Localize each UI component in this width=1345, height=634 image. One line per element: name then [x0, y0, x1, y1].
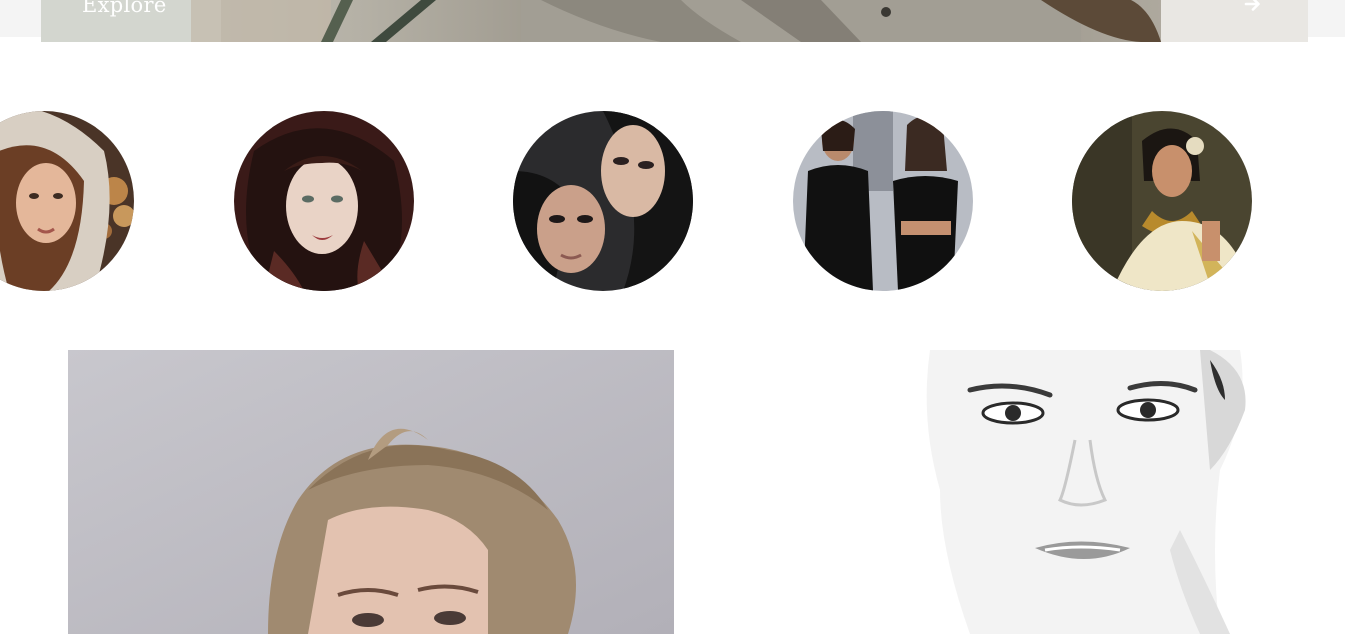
blonde-updo-image [68, 350, 674, 634]
explore-label: Explore [82, 0, 167, 17]
story-avatar-3[interactable] [513, 111, 693, 291]
banner-photo [41, 0, 1308, 42]
dark-hair-woman-image [234, 111, 414, 291]
explore-banner[interactable]: Explore [41, 0, 1308, 42]
two-women-black-outfits-image [793, 111, 973, 291]
story-avatar-2[interactable] [234, 111, 414, 291]
smoky-eyes-duo-image [513, 111, 693, 291]
hooded-woman-image [0, 111, 134, 291]
bridal-saree-image [1072, 111, 1252, 291]
story-avatar-5[interactable] [1072, 111, 1252, 291]
monochrome-face-image [880, 350, 1280, 634]
arrow-right-icon[interactable] [1243, 0, 1263, 14]
story-avatar-1[interactable] [0, 111, 134, 291]
page: Explore [0, 0, 1345, 634]
gallery-photo-right[interactable] [880, 350, 1280, 634]
gallery-photo-left[interactable] [68, 350, 674, 634]
story-avatar-4[interactable] [793, 111, 973, 291]
